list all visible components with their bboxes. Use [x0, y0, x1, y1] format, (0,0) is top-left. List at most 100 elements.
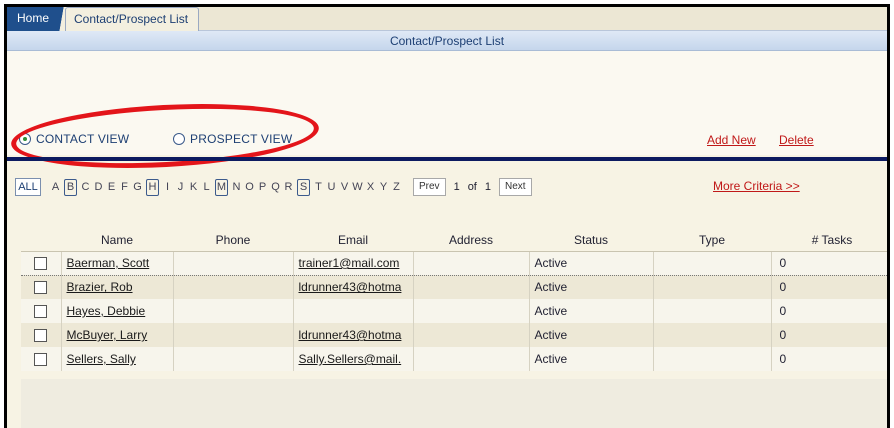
more-criteria-link[interactable]: More Criteria >> [713, 179, 800, 193]
table-row[interactable]: Brazier, Rob ldrunner43@hotma Active 0 [21, 275, 887, 299]
contact-view-radio[interactable]: CONTACT VIEW [19, 132, 129, 146]
letter-b[interactable]: B [64, 178, 77, 196]
letter-f[interactable]: F [118, 181, 131, 193]
table-row[interactable]: Sellers, Sally Sally.Sellers@mail. Active 0 [21, 347, 887, 371]
row-checkbox[interactable] [34, 257, 48, 271]
cell-tasks: 0 [771, 299, 887, 323]
header-address[interactable]: Address [413, 229, 529, 252]
letter-u[interactable]: U [325, 181, 338, 193]
table-header-row: Name Phone Email Address Status Type # T… [21, 229, 887, 252]
cell-status: Active [529, 323, 654, 347]
prospect-view-label: PROSPECT VIEW [190, 132, 293, 146]
table-row[interactable]: McBuyer, Larry ldrunner43@hotma Active 0 [21, 323, 887, 347]
cell-type [653, 323, 772, 347]
table-footer-area [21, 379, 887, 428]
table-row[interactable]: Baerman, Scott trainer1@mail.com Active 0 [21, 250, 887, 276]
cell-tasks: 0 [771, 323, 887, 347]
radio-selected-icon[interactable] [19, 133, 31, 145]
letter-e[interactable]: E [105, 181, 118, 193]
letter-s[interactable]: S [297, 178, 310, 196]
next-button[interactable]: Next [499, 178, 532, 196]
pager-total: 1 [484, 181, 491, 193]
header-status[interactable]: Status [529, 229, 653, 252]
tab-contact-prospect-list[interactable]: Contact/Prospect List [65, 7, 199, 31]
name-link[interactable]: Brazier, Rob [67, 280, 133, 294]
cell-address [413, 299, 530, 323]
letter-m[interactable]: M [215, 178, 228, 196]
letter-t[interactable]: T [312, 181, 325, 193]
cell-name: Baerman, Scott [61, 250, 174, 276]
letter-r[interactable]: R [282, 181, 295, 193]
letter-v[interactable]: V [338, 181, 351, 193]
page-title: Contact/Prospect List [7, 31, 887, 51]
prev-button[interactable]: Prev [413, 178, 446, 196]
cell-email: trainer1@mail.com [293, 250, 414, 276]
row-checkbox-cell [21, 275, 62, 299]
delete-link[interactable]: Delete [779, 133, 814, 147]
divider [7, 157, 887, 161]
cell-type [653, 250, 772, 276]
email-link[interactable]: trainer1@mail.com [299, 256, 400, 270]
table-row[interactable]: Hayes, Debbie Active 0 [21, 299, 887, 323]
pager: Prev 1 of 1 Next [413, 178, 532, 196]
cell-type [653, 275, 772, 299]
email-link[interactable]: ldrunner43@hotma [299, 328, 402, 342]
letter-y[interactable]: Y [377, 181, 390, 193]
letter-i[interactable]: I [161, 181, 174, 193]
cell-name: Brazier, Rob [61, 275, 174, 299]
cell-status: Active [529, 347, 654, 371]
letter-a[interactable]: A [49, 181, 62, 193]
letter-h[interactable]: H [146, 178, 159, 196]
prospect-view-radio[interactable]: PROSPECT VIEW [173, 132, 292, 146]
letter-l[interactable]: L [200, 181, 213, 193]
row-checkbox[interactable] [34, 281, 48, 295]
letter-x[interactable]: X [364, 181, 377, 193]
letter-o[interactable]: O [243, 181, 256, 193]
letter-p[interactable]: P [256, 181, 269, 193]
all-button[interactable]: ALL [15, 178, 41, 196]
cell-tasks: 0 [771, 250, 887, 276]
header-type[interactable]: Type [653, 229, 771, 252]
cell-status: Active [529, 275, 654, 299]
contact-view-label: CONTACT VIEW [36, 132, 130, 146]
letter-c[interactable]: C [79, 181, 92, 193]
cell-type [653, 299, 772, 323]
cell-status: Active [529, 299, 654, 323]
letter-w[interactable]: W [351, 181, 364, 193]
email-link[interactable]: ldrunner43@hotma [299, 280, 402, 294]
header-name[interactable]: Name [61, 229, 173, 252]
letter-d[interactable]: D [92, 181, 105, 193]
cell-phone [173, 323, 294, 347]
letter-j[interactable]: J [174, 181, 187, 193]
header-email[interactable]: Email [293, 229, 413, 252]
name-link[interactable]: Baerman, Scott [67, 256, 150, 270]
cell-tasks: 0 [771, 347, 887, 371]
radio-unselected-icon[interactable] [173, 133, 185, 145]
pager-current: 1 [453, 181, 460, 193]
cell-email: ldrunner43@hotma [293, 275, 414, 299]
letter-k[interactable]: K [187, 181, 200, 193]
add-new-link[interactable]: Add New [707, 133, 756, 147]
name-link[interactable]: Sellers, Sally [67, 352, 136, 366]
name-link[interactable]: McBuyer, Larry [67, 328, 148, 342]
cell-type [653, 347, 772, 371]
header-tasks[interactable]: # Tasks [771, 229, 887, 252]
row-checkbox[interactable] [34, 305, 48, 319]
row-checkbox[interactable] [34, 353, 48, 367]
email-link[interactable]: Sally.Sellers@mail. [299, 352, 402, 366]
header-phone[interactable]: Phone [173, 229, 293, 252]
cell-tasks: 0 [771, 275, 887, 299]
alphabet-filter: ALL ABCDEFGHIJKLMNOPQRSTUVWXYZ Prev 1 of… [15, 177, 532, 197]
letter-g[interactable]: G [131, 181, 144, 193]
cell-address [413, 347, 530, 371]
cell-phone [173, 299, 294, 323]
tab-home[interactable]: Home [7, 7, 59, 31]
row-checkbox[interactable] [34, 329, 48, 343]
letter-q[interactable]: Q [269, 181, 282, 193]
letter-n[interactable]: N [230, 181, 243, 193]
cell-email: Sally.Sellers@mail. [293, 347, 414, 371]
letter-z[interactable]: Z [390, 181, 403, 193]
row-checkbox-cell [21, 299, 62, 323]
name-link[interactable]: Hayes, Debbie [67, 304, 146, 318]
cell-phone [173, 250, 294, 276]
